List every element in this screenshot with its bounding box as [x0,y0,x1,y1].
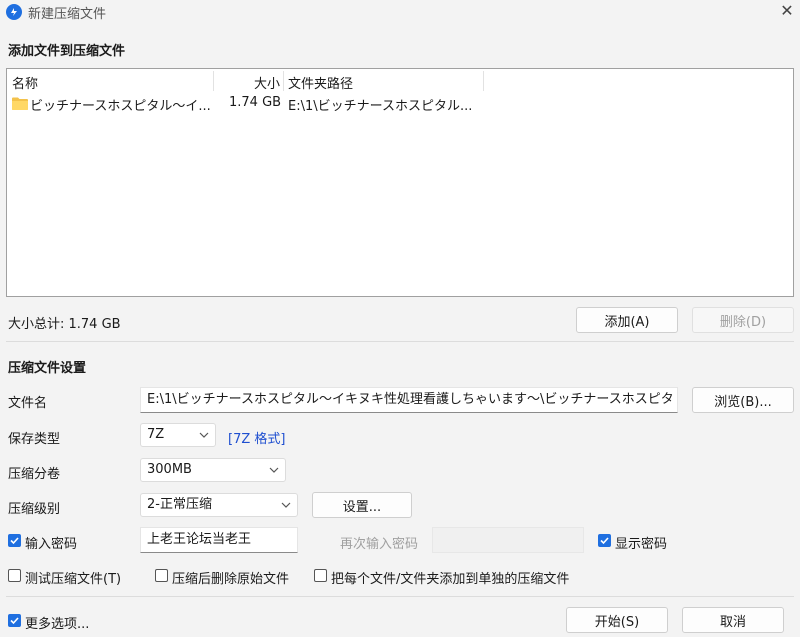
file-list[interactable]: 名称 大小 文件夹路径 ビッチナースホスピタル～イ... 1.74 GB E:\… [6,68,794,297]
delete-button[interactable]: 删除(D) [692,307,794,333]
delete-after-label: 压缩后删除原始文件 [172,572,290,587]
checkmark-icon [10,617,19,625]
checkmark-icon [10,537,19,545]
separate-archives-label: 把每个文件/文件夹添加到单独的压缩文件 [331,572,570,587]
level-value: 2-正常压缩 [147,497,212,512]
checkmark-icon [600,537,609,545]
test-archive-label: 测试压缩文件(T) [25,572,122,587]
row-name-cell: ビッチナースホスピタル～イ... [30,99,211,114]
level-label: 压缩级别 [8,502,61,517]
column-header-path[interactable]: 文件夹路径 [288,73,353,92]
save-type-select[interactable]: 7Z [140,423,216,447]
cancel-button[interactable]: 取消 [682,607,784,633]
more-options-label: 更多选项... [25,617,90,632]
show-password-checkbox[interactable] [598,534,611,547]
filename-input[interactable]: E:\1\ビッチナースホスピタル～イキヌキ性処理看護しちゃいます～\ビッチナース… [140,387,678,413]
split-label: 压缩分卷 [8,467,61,482]
filename-label: 文件名 [8,396,48,411]
show-password-label: 显示密码 [615,537,668,552]
password-checkbox[interactable] [8,534,21,547]
start-button[interactable]: 开始(S) [566,607,668,633]
section-title-add: 添加文件到压缩文件 [8,44,126,59]
row-size-cell: 1.74 GB [229,95,281,110]
password-confirm-input[interactable] [432,527,584,553]
password-input[interactable]: 上老王论坛当老王 [140,527,298,553]
password-confirm-label: 再次输入密码 [340,537,419,552]
save-type-label: 保存类型 [8,432,61,447]
column-separator[interactable] [483,71,484,91]
folder-icon [12,97,28,110]
chevron-down-icon [281,502,291,508]
level-settings-button[interactable]: 设置... [312,492,412,518]
level-select[interactable]: 2-正常压缩 [140,493,298,517]
browse-button[interactable]: 浏览(B)... [692,387,794,413]
chevron-down-icon [199,432,209,438]
column-separator[interactable] [213,71,214,91]
section-divider [6,341,794,342]
close-icon[interactable]: ✕ [778,2,796,20]
column-separator[interactable] [283,71,284,91]
chevron-down-icon [269,467,279,473]
footer-divider [6,596,794,597]
column-header-name[interactable]: 名称 [12,73,38,92]
test-archive-checkbox[interactable] [8,569,21,582]
split-select[interactable]: 300MB [140,458,286,482]
row-path-cell: E:\1\ビッチナースホスピタル... [288,99,473,114]
more-options-checkbox[interactable] [8,614,21,627]
split-value: 300MB [147,462,192,477]
title-bar: 新建压缩文件 ✕ [0,0,800,24]
column-header-size[interactable]: 大小 [254,73,280,92]
format-link[interactable]: [7Z 格式] [228,428,285,447]
separate-archives-checkbox[interactable] [314,569,327,582]
add-button[interactable]: 添加(A) [576,307,678,333]
password-label: 输入密码 [25,537,78,552]
window-title: 新建压缩文件 [28,7,107,22]
total-size-label: 大小总计: 1.74 GB [8,317,121,332]
section-title-settings: 压缩文件设置 [8,361,87,376]
delete-after-checkbox[interactable] [155,569,168,582]
app-logo-icon [6,4,22,20]
save-type-value: 7Z [147,427,165,442]
